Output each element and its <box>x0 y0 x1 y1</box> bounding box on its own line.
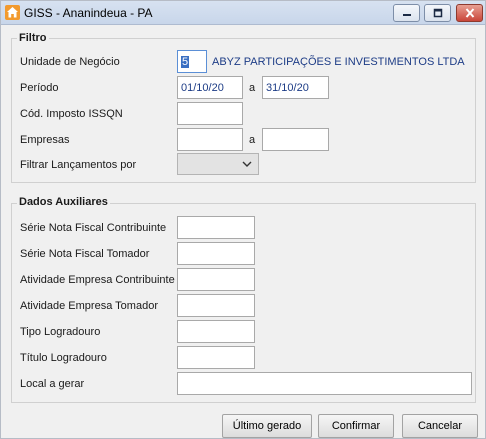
serie-contribuinte-field[interactable] <box>177 216 255 239</box>
empresas-label: Empresas <box>20 134 70 146</box>
filtrar-dropdown[interactable] <box>177 153 259 175</box>
chevron-down-icon <box>242 161 252 167</box>
close-button[interactable] <box>456 4 483 22</box>
atividade-tomador-label: Atividade Empresa Tomador <box>20 300 158 312</box>
local-gerar-label: Local a gerar <box>20 378 85 390</box>
serie-tomador-label: Série Nota Fiscal Tomador <box>20 248 150 260</box>
minimize-icon <box>402 14 411 16</box>
filtro-legend: Filtro <box>17 32 49 44</box>
ultimo-gerado-button[interactable]: Último gerado <box>222 414 312 438</box>
unidade-value: 5 <box>181 56 190 68</box>
dados-legend: Dados Auxiliares <box>17 196 110 208</box>
minimize-button[interactable] <box>393 4 420 22</box>
giss-dialog-window: GISS - Ananindeua - PA Filtro Unidade de… <box>0 0 486 439</box>
periodo-label: Período <box>20 82 59 94</box>
serie-contribuinte-label: Série Nota Fiscal Contribuinte <box>20 222 167 234</box>
serie-tomador-field[interactable] <box>177 242 255 265</box>
unidade-name: ABYZ PARTICIPAÇÕES E INVESTIMENTOS LTDA <box>212 56 465 68</box>
title-bar[interactable]: GISS - Ananindeua - PA <box>1 1 485 25</box>
periodo-separator: a <box>249 82 256 94</box>
titulo-logradouro-label: Título Logradouro <box>20 352 107 364</box>
unidade-label: Unidade de Negócio <box>20 56 120 68</box>
house-icon <box>5 5 20 20</box>
atividade-contribuinte-label: Atividade Empresa Contribuinte <box>20 274 175 286</box>
empresas-from-field[interactable] <box>177 128 243 151</box>
filtrar-label: Filtrar Lançamentos por <box>20 159 137 171</box>
close-icon <box>465 8 474 18</box>
unidade-field[interactable]: 5 <box>177 50 207 73</box>
cod-imposto-field[interactable] <box>177 102 243 125</box>
periodo-from-field[interactable]: 01/10/20 <box>177 76 243 99</box>
empresas-separator: a <box>249 134 256 146</box>
tipo-logradouro-label: Tipo Logradouro <box>20 326 101 338</box>
maximize-button[interactable] <box>424 4 451 22</box>
window-title: GISS - Ananindeua - PA <box>24 6 153 20</box>
atividade-contribuinte-field[interactable] <box>177 268 255 291</box>
tipo-logradouro-field[interactable] <box>177 320 255 343</box>
cancelar-button[interactable]: Cancelar <box>402 414 478 438</box>
maximize-icon <box>433 8 442 18</box>
titulo-logradouro-field[interactable] <box>177 346 255 369</box>
atividade-tomador-field[interactable] <box>177 294 255 317</box>
empresas-to-field[interactable] <box>262 128 329 151</box>
confirmar-button[interactable]: Confirmar <box>318 414 394 438</box>
periodo-to-field[interactable]: 31/10/20 <box>262 76 329 99</box>
local-gerar-field[interactable] <box>177 372 472 395</box>
cod-imposto-label: Cód. Imposto ISSQN <box>20 108 123 120</box>
